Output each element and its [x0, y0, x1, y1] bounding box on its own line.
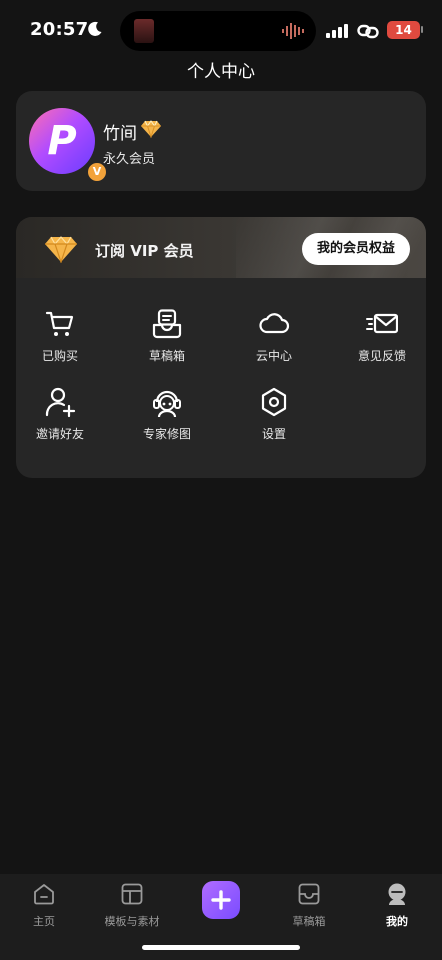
tab-templates[interactable]: 模板与素材: [92, 882, 172, 929]
avatar[interactable]: P V: [29, 108, 108, 183]
drafts-tray-icon: [298, 883, 320, 905]
cellular-signal-icon: [326, 24, 348, 38]
home-indicator[interactable]: [142, 945, 300, 950]
tab-label: 主页: [33, 915, 55, 928]
vip-diamond-icon: [45, 236, 77, 263]
profile-icon: [388, 883, 406, 905]
settings-icon: [261, 387, 287, 417]
profile-card[interactable]: P V 竹间 永久会员: [16, 91, 426, 191]
drafts-icon: [152, 309, 182, 339]
menu-item-label: 邀请好友: [35, 427, 84, 441]
vip-subscribe-label: 订阅 VIP 会员: [95, 242, 194, 260]
cloud-icon: [259, 313, 290, 334]
services-card: 订阅 VIP 会员 我的会员权益 已购买 草稿箱 云中心 意见反馈 邀请好友 专…: [16, 217, 426, 478]
expert-icon: [153, 390, 181, 418]
battery-indicator: 14: [387, 21, 420, 39]
dynamic-island[interactable]: [120, 11, 316, 51]
battery-tip: [421, 26, 423, 33]
plus-icon: [211, 890, 231, 910]
page-title: 个人中心: [187, 62, 255, 82]
personal-hotspot-icon: [357, 24, 379, 39]
vip-banner[interactable]: 订阅 VIP 会员 我的会员权益: [16, 217, 426, 278]
member-benefits-button[interactable]: 我的会员权益: [302, 233, 410, 265]
template-icon: [121, 883, 143, 905]
status-time: 20:57: [30, 19, 89, 40]
avatar-logo: P: [47, 118, 77, 164]
now-playing-thumbnail: [134, 19, 154, 43]
menu-item-cloud[interactable]: 云中心: [229, 308, 319, 364]
tab-drafts[interactable]: 草稿箱: [269, 882, 349, 929]
tab-mine[interactable]: 我的: [357, 882, 437, 929]
menu-item-label: 设置: [261, 427, 286, 441]
menu-item-expert-retouch[interactable]: 专家修图: [122, 386, 212, 442]
menu-item-label: 云中心: [255, 349, 292, 363]
moon-icon: [88, 21, 102, 36]
diamond-icon: [141, 120, 161, 138]
tab-label: 模板与素材: [104, 915, 160, 928]
menu-item-label: 已购买: [41, 349, 78, 363]
tab-label: 草稿箱: [292, 915, 326, 928]
member-type: 永久会员: [103, 152, 156, 167]
cart-icon: [45, 311, 74, 336]
menu-item-drafts[interactable]: 草稿箱: [122, 308, 212, 364]
tab-label: 我的: [386, 915, 408, 928]
home-icon: [34, 884, 54, 905]
tab-home[interactable]: 主页: [4, 882, 84, 929]
add-user-icon: [45, 387, 76, 418]
menu-item-purchased[interactable]: 已购买: [16, 308, 105, 364]
menu-item-label: 意见反馈: [357, 349, 406, 363]
menu-item-label: 专家修图: [142, 427, 191, 441]
create-button[interactable]: [202, 881, 240, 919]
status-bar: 20:57 14: [0, 0, 442, 58]
menu-item-invite-friends[interactable]: 邀请好友: [16, 386, 105, 442]
feedback-mail-icon: [366, 313, 398, 334]
menu-item-label: 草稿箱: [148, 349, 185, 363]
menu-item-feedback[interactable]: 意见反馈: [337, 308, 426, 364]
menu-item-settings[interactable]: 设置: [229, 386, 319, 442]
username: 竹间: [103, 124, 137, 144]
audio-wave-icon: [282, 23, 304, 39]
